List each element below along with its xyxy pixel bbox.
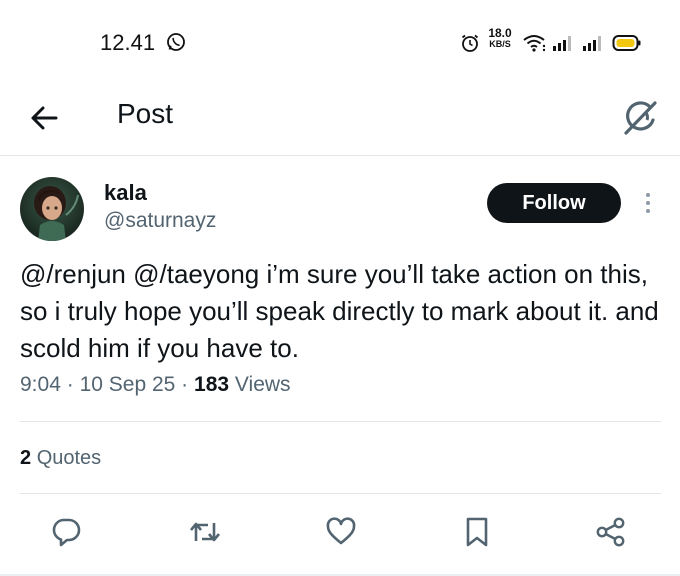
status-time: 12.41: [100, 30, 156, 55]
post-text: @/renjun @/taeyong i’m sure you’ll take …: [20, 259, 659, 363]
wifi-icon: [522, 33, 548, 53]
repost-icon[interactable]: [188, 515, 222, 549]
bookmark-icon[interactable]: [460, 515, 494, 549]
page-title: Post: [117, 98, 174, 129]
meta-separator: ·: [66, 373, 74, 396]
grok-icon[interactable]: [618, 96, 662, 140]
alarm-icon: [460, 33, 480, 53]
status-bar: 12.41 18.0 KB/S: [0, 0, 680, 80]
app-header: Post: [0, 80, 680, 156]
signal-icon: [552, 35, 574, 51]
divider: [20, 493, 661, 494]
whatsapp-icon: [166, 32, 186, 52]
quotes-label: Quotes: [36, 447, 102, 469]
post-date[interactable]: 10 Sep 25: [80, 373, 176, 396]
like-icon[interactable]: [324, 515, 358, 549]
follow-button[interactable]: Follow: [487, 183, 621, 223]
signal-icon: [582, 35, 604, 51]
network-speed-value: 18.0: [488, 26, 512, 40]
author-handle[interactable]: @saturnayz: [104, 209, 216, 233]
reply-icon[interactable]: [49, 515, 83, 549]
network-speed: 18.0 KB/S: [484, 26, 516, 50]
quotes-count: 2: [20, 447, 32, 469]
network-speed-unit: KB/S: [489, 39, 511, 49]
post-meta: 9:04 · 10 Sep 25 · 183 Views: [20, 373, 291, 397]
avatar[interactable]: [20, 177, 84, 241]
views-count: 183: [194, 373, 230, 396]
battery-icon: [612, 33, 642, 53]
back-arrow-icon[interactable]: [26, 100, 62, 136]
post-time[interactable]: 9:04: [20, 373, 61, 396]
author-name[interactable]: kala: [104, 180, 147, 206]
meta-separator: ·: [181, 373, 189, 396]
divider: [20, 421, 661, 422]
share-icon[interactable]: [594, 515, 628, 549]
views-label: Views: [234, 373, 291, 396]
quotes-link[interactable]: 2 Quotes: [20, 447, 101, 470]
more-options-icon[interactable]: [640, 190, 656, 216]
